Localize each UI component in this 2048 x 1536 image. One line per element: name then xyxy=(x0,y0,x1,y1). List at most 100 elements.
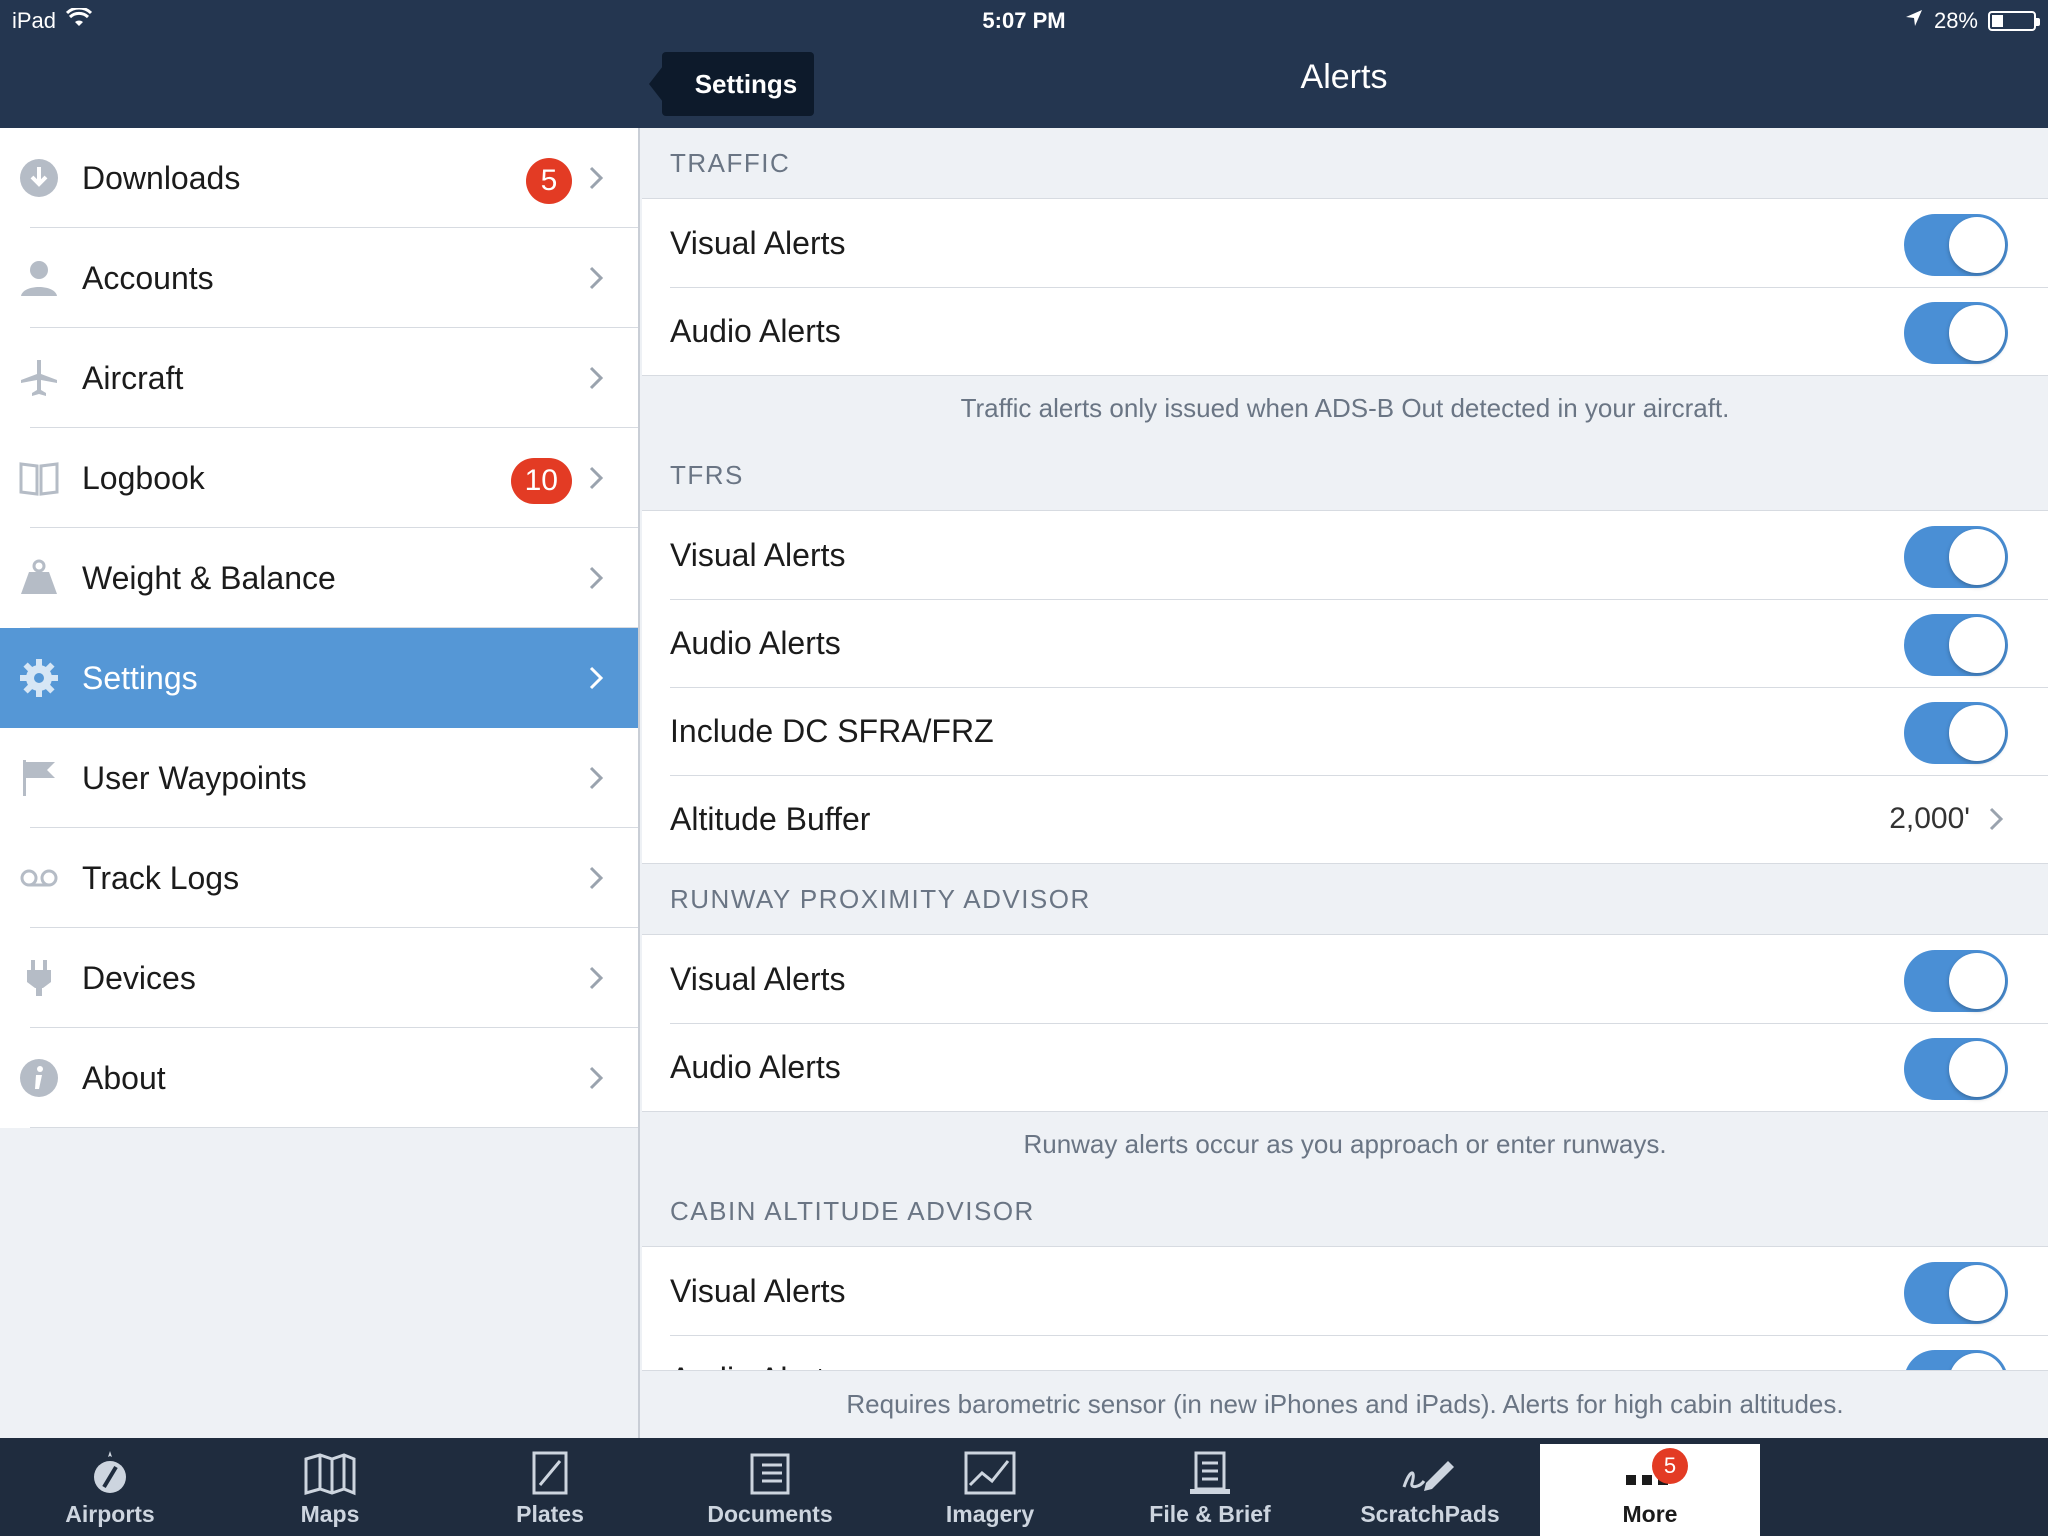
include-dc-sfra-frz-toggle[interactable] xyxy=(1904,702,2008,764)
chevron-right-icon xyxy=(589,366,604,390)
tab-documents[interactable]: Documents xyxy=(660,1438,880,1536)
sidebar-item-label: Downloads xyxy=(82,159,241,196)
traffic-footer-note: Traffic alerts only issued when ADS-B Ou… xyxy=(960,392,1730,423)
sidebar: Downloads 5 Accounts Aircraft Logbook 10 xyxy=(0,128,640,1438)
chevron-right-icon xyxy=(1989,807,2004,831)
book-icon xyxy=(18,457,60,499)
sidebar-item-label: Devices xyxy=(82,959,196,996)
status-bar: iPad 5:07 PM 28% xyxy=(0,0,2048,40)
section-header-cabin: CABIN ALTITUDE ADVISOR xyxy=(670,1195,1035,1226)
cabin-visual-alerts-toggle[interactable] xyxy=(1904,1262,2008,1324)
row-label: Include DC SFRA/FRZ xyxy=(670,712,994,749)
sidebar-item-label: Aircraft xyxy=(82,359,184,396)
tfrs-audio-alerts-toggle[interactable] xyxy=(1904,614,2008,676)
tab-scratchpads[interactable]: ScratchPads xyxy=(1320,1438,1540,1536)
tab-label: File & Brief xyxy=(1149,1501,1271,1527)
sidebar-item-label: Settings xyxy=(82,659,198,696)
section-header-tfrs: TFRS xyxy=(670,459,744,490)
cabin-visual-alerts-row: Visual Alerts xyxy=(642,1247,2048,1335)
sidebar-item-downloads[interactable]: Downloads 5 xyxy=(0,128,638,228)
tfrs-visual-alerts-row: Visual Alerts xyxy=(642,511,2048,599)
traffic-audio-alerts-toggle[interactable] xyxy=(1904,302,2008,364)
row-label: Visual Alerts xyxy=(670,960,846,997)
documents-icon xyxy=(750,1453,790,1495)
tab-more[interactable]: More 5 xyxy=(1540,1444,1760,1536)
map-icon xyxy=(304,1453,356,1496)
chevron-right-icon xyxy=(589,566,604,590)
tab-label: Documents xyxy=(707,1501,833,1527)
imagery-icon xyxy=(964,1451,1016,1495)
chevron-right-icon xyxy=(589,266,604,290)
tab-label: Maps xyxy=(300,1501,360,1527)
top-bar: iPad 5:07 PM 28% Settings Alerts xyxy=(0,0,2048,128)
page-title: Alerts xyxy=(1300,58,1388,96)
section-header-traffic: TRAFFIC xyxy=(670,147,791,178)
section-header-runway: RUNWAY PROXIMITY ADVISOR xyxy=(670,883,1091,914)
sidebar-list: Downloads 5 Accounts Aircraft Logbook 10 xyxy=(0,128,638,1128)
tab-label: Plates xyxy=(516,1501,584,1527)
runway-visual-alerts-row: Visual Alerts xyxy=(642,935,2048,1023)
sidebar-item-logbook[interactable]: Logbook 10 xyxy=(0,428,638,528)
chevron-right-icon xyxy=(589,766,604,790)
sidebar-item-settings[interactable]: Settings xyxy=(0,628,638,728)
runway-group: Visual Alerts Audio Alerts xyxy=(642,934,2048,1112)
flag-icon xyxy=(18,757,60,799)
chevron-right-icon xyxy=(589,866,604,890)
row-label: Audio Alerts xyxy=(670,1048,841,1085)
sidebar-item-user-waypoints[interactable]: User Waypoints xyxy=(0,728,638,828)
tab-file-brief[interactable]: File & Brief xyxy=(1100,1438,1320,1536)
sidebar-item-track-logs[interactable]: Track Logs xyxy=(0,828,638,928)
chevron-right-icon xyxy=(589,466,604,490)
tab-plates[interactable]: Plates xyxy=(440,1438,660,1536)
sidebar-item-label: Accounts xyxy=(82,259,214,296)
sidebar-item-aircraft[interactable]: Aircraft xyxy=(0,328,638,428)
runway-visual-alerts-toggle[interactable] xyxy=(1904,950,2008,1012)
row-label: Visual Alerts xyxy=(670,1272,846,1309)
tfrs-visual-alerts-toggle[interactable] xyxy=(1904,526,2008,588)
tfrs-include-dc-row: Include DC SFRA/FRZ xyxy=(642,687,2048,775)
sidebar-item-weight-balance[interactable]: Weight & Balance xyxy=(0,528,638,628)
runway-audio-alerts-row: Audio Alerts xyxy=(642,1023,2048,1111)
battery-percent: 28% xyxy=(1933,8,1978,33)
sidebar-item-devices[interactable]: Devices xyxy=(0,928,638,1028)
gear-icon xyxy=(18,657,60,699)
file-brief-icon xyxy=(1190,1451,1230,1494)
tab-label: More xyxy=(1622,1501,1678,1527)
alerts-settings-panel[interactable]: TRAFFIC Visual Alerts Audio Alerts Traff… xyxy=(642,128,2048,1438)
altitude-buffer-value: 2,000' xyxy=(1889,802,1970,835)
sidebar-item-about[interactable]: About xyxy=(0,1028,638,1128)
voicemail-icon xyxy=(18,857,60,899)
row-label: Audio Alerts xyxy=(670,624,841,661)
runway-footer-note: Runway alerts occur as you approach or e… xyxy=(1023,1128,1667,1159)
sidebar-item-label: User Waypoints xyxy=(82,759,307,796)
sidebar-item-accounts[interactable]: Accounts xyxy=(0,228,638,328)
more-badge: 5 xyxy=(1652,1448,1688,1484)
tab-airports[interactable]: Airports xyxy=(0,1438,220,1536)
airport-compass-icon xyxy=(94,1451,126,1493)
runway-audio-alerts-toggle[interactable] xyxy=(1904,1038,2008,1100)
row-label: Audio Alerts xyxy=(670,312,841,349)
chevron-right-icon xyxy=(589,966,604,990)
traffic-visual-alerts-row: Visual Alerts xyxy=(642,199,2048,287)
row-label: Altitude Buffer xyxy=(670,800,871,837)
traffic-visual-alerts-toggle[interactable] xyxy=(1904,214,2008,276)
traffic-audio-alerts-row: Audio Alerts xyxy=(642,287,2048,375)
row-label: Visual Alerts xyxy=(670,536,846,573)
downloads-badge: 5 xyxy=(526,158,572,204)
weight-icon xyxy=(18,557,60,599)
traffic-group: Visual Alerts Audio Alerts xyxy=(642,198,2048,376)
tab-maps[interactable]: Maps xyxy=(220,1438,440,1536)
plates-icon xyxy=(532,1451,568,1495)
tfrs-group: Visual Alerts Audio Alerts Include DC SF… xyxy=(642,510,2048,864)
battery-icon xyxy=(1988,11,2040,31)
altitude-buffer-row[interactable]: Altitude Buffer 2,000' xyxy=(642,775,2048,863)
tab-label: Imagery xyxy=(945,1501,1035,1527)
sidebar-item-label: Track Logs xyxy=(82,859,240,896)
tfrs-audio-alerts-row: Audio Alerts xyxy=(642,599,2048,687)
logbook-badge: 10 xyxy=(510,458,572,504)
tab-label: ScratchPads xyxy=(1360,1501,1500,1527)
row-label: Visual Alerts xyxy=(670,224,846,261)
cabin-footer-note: Requires barometric sensor (in new iPhon… xyxy=(642,1370,2048,1438)
tab-imagery[interactable]: Imagery xyxy=(880,1438,1100,1536)
chevron-right-icon xyxy=(589,1066,604,1090)
